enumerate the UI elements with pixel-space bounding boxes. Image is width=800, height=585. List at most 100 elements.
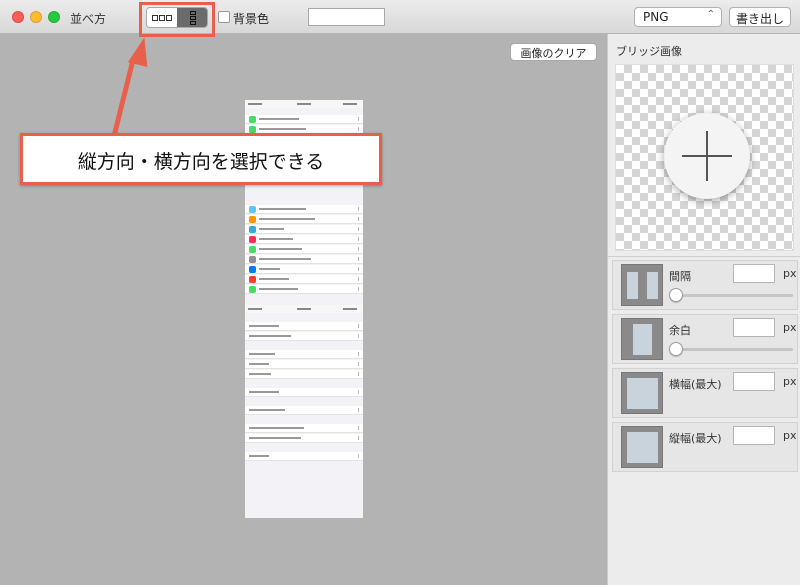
preview-row	[245, 235, 363, 244]
spacing-icon-block	[627, 272, 638, 299]
max-height-input[interactable]	[733, 426, 775, 445]
preview-text	[249, 363, 269, 365]
chevron-right-icon	[356, 362, 359, 366]
max-height-icon	[621, 426, 663, 468]
margin-input[interactable]	[733, 318, 775, 337]
chevron-right-icon	[356, 372, 359, 376]
chevron-right-icon	[356, 408, 359, 412]
chevron-right-icon	[356, 257, 359, 261]
preview-app-icon	[249, 126, 256, 133]
preview-row	[245, 388, 363, 397]
chevron-right-icon	[356, 127, 359, 131]
preview-text	[259, 218, 315, 220]
preview-text	[343, 103, 357, 105]
preview-app-icon	[249, 266, 256, 273]
preview-app-icon	[249, 276, 256, 283]
callout-annotation: 縦方向・横方向を選択できる	[20, 133, 382, 185]
spacing-label: 間隔	[669, 270, 691, 283]
plus-icon-stroke	[706, 131, 708, 181]
max-width-unit: px	[783, 375, 797, 388]
max-height-row: 縦幅(最大) px	[612, 422, 798, 472]
background-color-well[interactable]	[308, 8, 385, 26]
preview-text	[249, 437, 301, 439]
max-width-input[interactable]	[733, 372, 775, 391]
preview-status-bar	[245, 305, 363, 313]
spacing-icon	[621, 264, 663, 306]
preview-app-icon	[249, 226, 256, 233]
preview-text	[249, 353, 275, 355]
format-select[interactable]: PNG ⌃	[634, 7, 722, 27]
preview-row	[245, 255, 363, 264]
chevron-right-icon	[356, 247, 359, 251]
clear-images-button[interactable]: 画像のクリア	[510, 43, 597, 61]
margin-slider-track[interactable]	[673, 348, 793, 351]
chevron-right-icon	[356, 267, 359, 271]
chevron-right-icon	[356, 237, 359, 241]
preview-row	[245, 275, 363, 284]
preview-app-icon	[249, 236, 256, 243]
callout-highlight-box	[139, 2, 215, 37]
preview-text	[259, 238, 293, 240]
bridge-image-dropzone[interactable]	[615, 64, 794, 251]
preview-text	[248, 308, 262, 310]
spacing-slider-knob[interactable]	[669, 288, 683, 302]
max-width-row: 横幅(最大) px	[612, 368, 798, 418]
chevron-right-icon	[356, 287, 359, 291]
max-height-label: 縦幅(最大)	[669, 432, 722, 445]
preview-row	[245, 332, 363, 341]
chevron-right-icon	[356, 390, 359, 394]
chevron-right-icon	[356, 352, 359, 356]
preview-text	[259, 268, 280, 270]
preview-row	[245, 452, 363, 461]
preview-text	[343, 308, 357, 310]
preview-row	[245, 360, 363, 369]
bridge-image-title: ブリッジ画像	[616, 45, 682, 58]
preview-text	[249, 373, 271, 375]
preview-text	[259, 228, 284, 230]
minimize-window-button[interactable]	[30, 11, 42, 23]
spacing-icon-block	[647, 272, 658, 299]
preview-row	[245, 350, 363, 359]
preview-text	[259, 118, 299, 120]
margin-icon	[621, 318, 663, 360]
preview-app-icon	[249, 286, 256, 293]
preview-row	[245, 406, 363, 415]
preview-row	[245, 370, 363, 379]
window-title: 並べ方	[70, 12, 107, 26]
preview-row	[245, 285, 363, 294]
background-color-checkbox[interactable]	[218, 11, 230, 23]
preview-text	[249, 335, 291, 337]
spacing-slider-track[interactable]	[673, 294, 793, 297]
preview-row	[245, 215, 363, 224]
zoom-window-button[interactable]	[48, 11, 60, 23]
preview-text	[249, 391, 279, 393]
preview-status-bar	[245, 100, 363, 108]
preview-text	[259, 208, 306, 210]
settings-panel: ブリッジ画像 間隔 px 余白 px 横幅(最大) px 縦幅(最大) px	[607, 34, 800, 585]
preview-row	[245, 424, 363, 433]
margin-row: 余白 px	[612, 314, 798, 364]
chevron-right-icon	[356, 324, 359, 328]
preview-row	[245, 225, 363, 234]
chevron-right-icon	[356, 217, 359, 221]
background-color-label: 背景色	[233, 12, 270, 26]
add-bridge-image-button[interactable]	[664, 113, 750, 199]
chevron-right-icon	[356, 227, 359, 231]
chevron-right-icon	[356, 207, 359, 211]
preview-row	[245, 115, 363, 124]
close-window-button[interactable]	[12, 11, 24, 23]
spacing-unit: px	[783, 267, 797, 280]
preview-app-icon	[249, 206, 256, 213]
panel-divider	[608, 256, 800, 257]
margin-icon-block	[633, 324, 652, 355]
preview-text	[248, 103, 262, 105]
preview-app-icon	[249, 256, 256, 263]
preview-app-icon	[249, 246, 256, 253]
margin-slider-knob[interactable]	[669, 342, 683, 356]
chevron-right-icon	[356, 334, 359, 338]
callout-arrow-head	[127, 34, 155, 68]
margin-label: 余白	[669, 324, 691, 337]
export-button[interactable]: 書き出し	[729, 7, 791, 27]
preview-app-icon	[249, 116, 256, 123]
spacing-input[interactable]	[733, 264, 775, 283]
